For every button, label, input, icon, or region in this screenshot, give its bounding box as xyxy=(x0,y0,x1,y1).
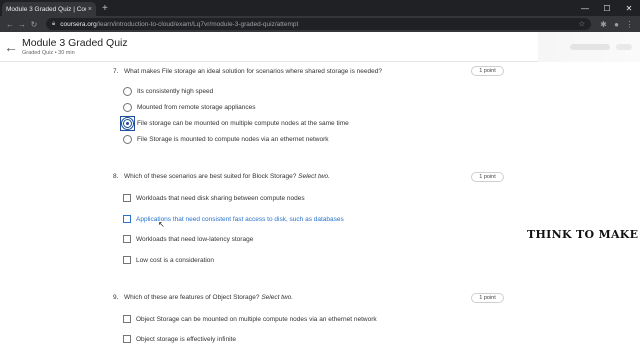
option-label: Workloads that need disk sharing between… xyxy=(136,194,305,202)
question-text: What makes File storage an ideal solutio… xyxy=(124,68,382,75)
option-label: Its consistently high speed xyxy=(137,88,214,95)
video-overlay-caption: THINK TO MAKE xyxy=(527,228,639,241)
browser-tabbar: Module 3 Graded Quiz | Coursera × + — ☐ … xyxy=(0,0,640,16)
quiz-content: 7. What makes File storage an ideal solu… xyxy=(0,62,640,360)
answer-option[interactable]: Object Storage can be mounted on multipl… xyxy=(123,315,377,323)
browser-tab[interactable]: Module 3 Graded Quiz | Coursera × xyxy=(2,2,96,16)
checkbox[interactable] xyxy=(123,315,131,323)
bookmark-star-icon[interactable]: ☆ xyxy=(579,20,585,28)
option-label: File Storage is mounted to compute nodes… xyxy=(137,136,329,143)
points-badge: 1 point xyxy=(471,66,504,76)
option-label: File storage can be mounted on multiple … xyxy=(137,120,349,127)
checkbox[interactable] xyxy=(123,194,131,202)
answer-option[interactable]: Workloads that need low-latency storage xyxy=(123,235,253,243)
points-badge: 1 point xyxy=(471,172,504,182)
checkbox[interactable] xyxy=(123,256,131,264)
question-number: 9. xyxy=(113,294,119,301)
radio-button[interactable] xyxy=(123,103,132,112)
blurred-element xyxy=(570,44,610,50)
answer-option-hover[interactable]: Applications that need consistent fast a… xyxy=(123,215,344,223)
option-label: Low cost is a consideration xyxy=(136,256,215,264)
checkbox[interactable] xyxy=(123,235,131,243)
window-controls: — ☐ ✕ xyxy=(574,0,640,16)
answer-option[interactable]: Mounted from remote storage appliances xyxy=(123,103,256,112)
back-arrow-icon[interactable]: ← xyxy=(0,39,22,55)
quiz-header: ← Module 3 Graded Quiz Graded Quiz • 30 … xyxy=(0,32,640,62)
lock-icon: 🔒︎ xyxy=(52,20,56,27)
reload-icon[interactable]: ↻ xyxy=(28,20,40,29)
new-tab-button[interactable]: + xyxy=(102,2,108,16)
question-hint: Select two. xyxy=(261,294,294,301)
tab-title: Module 3 Graded Quiz | Coursera xyxy=(6,5,86,13)
blurred-element xyxy=(616,44,632,50)
address-bar[interactable]: 🔒︎ coursera.org /learn/introduction-to-c… xyxy=(46,18,591,30)
points-badge: 1 point xyxy=(471,293,504,303)
browser-toolbar: ← → ↻ 🔒︎ coursera.org /learn/introductio… xyxy=(0,16,640,32)
question-hint: Select two. xyxy=(298,173,330,180)
mouse-cursor-icon: ↖ xyxy=(158,220,165,229)
answer-option[interactable]: Low cost is a consideration xyxy=(123,256,214,264)
radio-button[interactable] xyxy=(123,135,132,144)
profile-icon[interactable]: ● xyxy=(610,20,623,29)
tab-close-icon[interactable]: × xyxy=(88,6,92,13)
page-title: Module 3 Graded Quiz xyxy=(22,37,128,49)
option-label: Applications that need consistent fast a… xyxy=(136,215,344,223)
question-number: 8. xyxy=(113,173,119,180)
menu-icon[interactable]: ⋮ xyxy=(623,20,636,29)
forward-arrow-icon[interactable]: → xyxy=(16,20,28,29)
answer-option[interactable]: File Storage is mounted to compute nodes… xyxy=(123,135,329,144)
close-window-button[interactable]: ✕ xyxy=(618,0,640,16)
answer-option[interactable]: Object storage is effectively infinite xyxy=(123,335,236,343)
url-host: coursera.org xyxy=(60,20,97,28)
answer-option-selected[interactable]: File storage can be mounted on multiple … xyxy=(121,117,349,130)
option-label: Mounted from remote storage appliances xyxy=(137,104,256,111)
question-text: Which of these are features of Object St… xyxy=(124,294,260,301)
question-text: Which of these scenarios are best suited… xyxy=(124,173,297,180)
option-label: Object storage is effectively infinite xyxy=(136,335,236,343)
url-path: /learn/introduction-to-cloud/exam/Lq7vr/… xyxy=(96,20,299,28)
answer-option[interactable]: Its consistently high speed xyxy=(123,87,213,96)
extensions-icon[interactable]: ✱ xyxy=(597,20,610,29)
option-label: Workloads that need low-latency storage xyxy=(136,235,254,243)
radio-button-selected[interactable] xyxy=(121,117,134,130)
question-number: 7. xyxy=(113,68,119,75)
checkbox[interactable] xyxy=(123,335,131,343)
page-subtitle: Graded Quiz • 30 min xyxy=(22,50,75,56)
back-arrow-icon[interactable]: ← xyxy=(4,20,16,29)
radio-button[interactable] xyxy=(123,87,132,96)
minimize-button[interactable]: — xyxy=(574,0,596,16)
question-7-prompt: 7. What makes File storage an ideal solu… xyxy=(113,68,382,75)
question-8-prompt: 8. Which of these scenarios are best sui… xyxy=(113,173,330,180)
question-9-prompt: 9. Which of these are features of Object… xyxy=(113,294,293,301)
checkbox[interactable] xyxy=(123,215,131,223)
maximize-button[interactable]: ☐ xyxy=(596,0,618,16)
option-label: Object Storage can be mounted on multipl… xyxy=(136,315,377,323)
answer-option[interactable]: Workloads that need disk sharing between… xyxy=(123,194,305,202)
header-blurred-area xyxy=(538,32,640,62)
